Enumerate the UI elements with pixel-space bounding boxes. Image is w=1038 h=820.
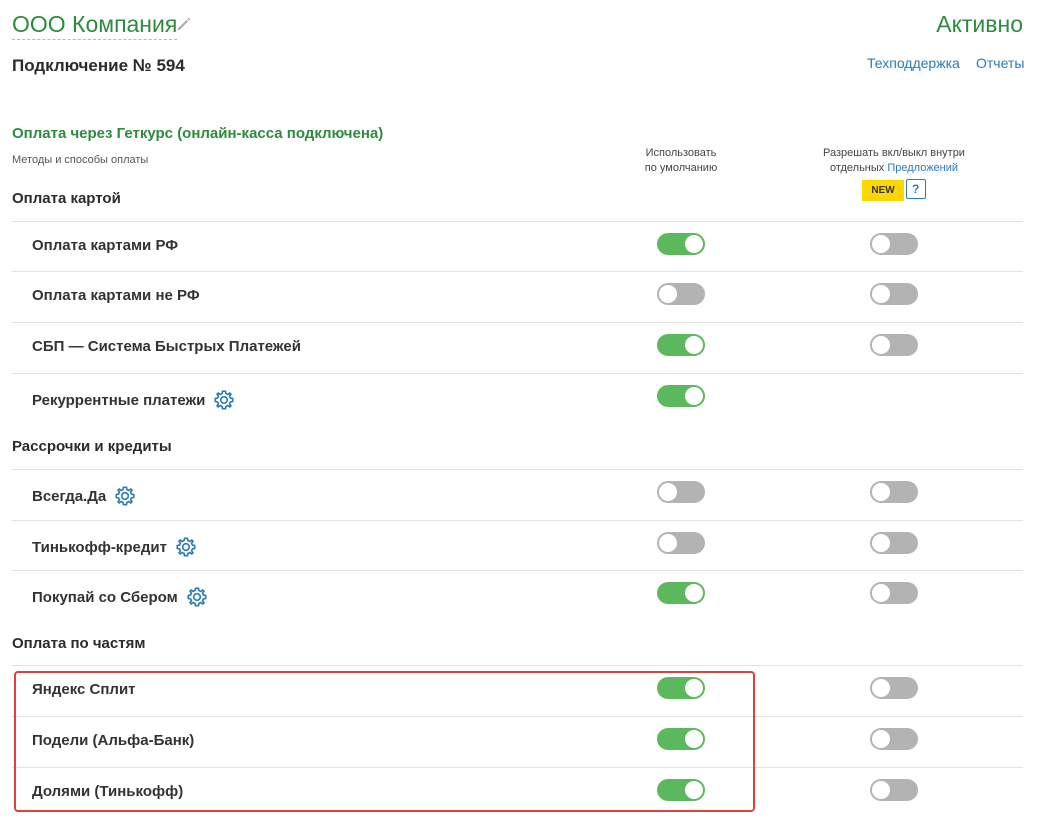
column-header-default-line2: по умолчанию: [644, 162, 718, 174]
payment-method-row: Рекуррентные платежи: [12, 373, 1023, 424]
payment-method-item: Долями (Тинькофф): [32, 783, 183, 800]
payment-method-row: Всегда.Да: [12, 469, 1023, 520]
allow-toggle[interactable]: [870, 283, 918, 305]
payment-method-item: Тинькофф-кредит: [32, 536, 197, 558]
toggle-knob: [872, 584, 890, 602]
payment-method-label: Подели (Альфа-Банк): [32, 732, 195, 749]
payment-method-label: Покупай со Сбером: [32, 588, 178, 606]
group-title: Оплата по частям: [12, 635, 146, 652]
company-name[interactable]: ООО Компания: [12, 11, 178, 40]
toggle-knob: [872, 336, 890, 354]
default-toggle[interactable]: [657, 779, 705, 801]
toggle-knob: [685, 336, 703, 354]
toggle-knob: [685, 235, 703, 253]
payment-method-item: СБП — Система Быстрых Платежей: [32, 338, 301, 355]
allow-toggle[interactable]: [870, 779, 918, 801]
payment-method-item: Оплата картами РФ: [32, 237, 178, 254]
reports-link[interactable]: Отчеты: [976, 55, 1024, 71]
payment-method-item: Подели (Альфа-Банк): [32, 732, 194, 749]
payment-method-row: Оплата картами не РФ: [12, 271, 1023, 322]
payment-method-row: Долями (Тинькофф): [12, 767, 1023, 818]
payment-method-label: Яндекс Сплит: [32, 681, 136, 698]
toggle-knob: [872, 781, 890, 799]
payment-method-row: Покупай со Сбером: [12, 570, 1023, 621]
allow-toggle[interactable]: [870, 481, 918, 503]
default-toggle[interactable]: [657, 677, 705, 699]
payment-method-label: СБП — Система Быстрых Платежей: [32, 338, 301, 355]
toggle-knob: [659, 285, 677, 303]
pencil-icon[interactable]: [176, 16, 192, 32]
allow-toggle[interactable]: [870, 728, 918, 750]
help-button[interactable]: ?: [905, 179, 926, 199]
default-toggle[interactable]: [657, 283, 705, 305]
default-toggle[interactable]: [657, 728, 705, 750]
payment-method-row: Тинькофф-кредит: [12, 520, 1023, 571]
payment-method-row: Подели (Альфа-Банк): [12, 716, 1023, 767]
allow-toggle[interactable]: [870, 334, 918, 356]
toggle-knob: [872, 285, 890, 303]
column-header-default: Использовать по умолчанию: [611, 146, 751, 176]
toggle-knob: [685, 679, 703, 697]
status-label: Активно: [936, 11, 1023, 37]
toggle-knob: [685, 387, 703, 405]
default-toggle[interactable]: [657, 233, 705, 255]
toggle-knob: [872, 679, 890, 697]
allow-toggle[interactable]: [870, 233, 918, 255]
gear-icon[interactable]: [213, 389, 235, 411]
gear-icon[interactable]: [175, 536, 197, 558]
allow-toggle[interactable]: [870, 532, 918, 554]
payment-method-item: Всегда.Да: [32, 485, 136, 507]
payment-section-title: Оплата через Геткурс (онлайн-касса подкл…: [12, 125, 384, 142]
connection-title: Подключение № 594: [12, 56, 185, 75]
support-link[interactable]: Техподдержка: [867, 55, 960, 71]
payment-method-label: Тинькофф-кредит: [32, 538, 167, 556]
group-title: Рассрочки и кредиты: [12, 438, 172, 455]
column-header-allow: Разрешать вкл/выкл внутри отдельных Пред…: [784, 146, 1004, 201]
payment-method-label: Долями (Тинькофф): [32, 783, 184, 800]
toggle-knob: [659, 483, 677, 501]
payment-method-row: Яндекс Сплит: [12, 665, 1023, 716]
toggle-knob: [685, 730, 703, 748]
allow-toggle[interactable]: [870, 582, 918, 604]
offers-link[interactable]: Предложений: [887, 162, 958, 174]
toggle-knob: [872, 534, 890, 552]
gear-icon[interactable]: [186, 586, 208, 608]
default-toggle[interactable]: [657, 334, 705, 356]
group-title: Оплата картой: [12, 190, 121, 207]
payment-method-label: Оплата картами не РФ: [32, 287, 200, 304]
toggle-knob: [659, 534, 677, 552]
column-header-allow-line1: Разрешать вкл/выкл внутри: [823, 147, 965, 159]
column-header-default-line1: Использовать: [645, 147, 717, 159]
payment-method-item: Яндекс Сплит: [32, 681, 136, 698]
payment-method-item: Оплата картами не РФ: [32, 287, 200, 304]
methods-subtitle: Методы и способы оплаты: [12, 154, 149, 166]
toggle-knob: [872, 730, 890, 748]
gear-icon[interactable]: [114, 485, 136, 507]
payment-method-label: Рекуррентные платежи: [32, 391, 206, 409]
payment-method-label: Всегда.Да: [32, 487, 107, 505]
payment-method-row: СБП — Система Быстрых Платежей: [12, 322, 1023, 373]
payment-method-row: Оплата картами РФ: [12, 221, 1023, 272]
default-toggle[interactable]: [657, 582, 705, 604]
payment-method-item: Рекуррентные платежи: [32, 389, 235, 411]
toggle-knob: [685, 781, 703, 799]
default-toggle[interactable]: [657, 532, 705, 554]
toggle-knob: [685, 584, 703, 602]
column-header-allow-line2: отдельных: [829, 162, 888, 174]
toggle-knob: [872, 235, 890, 253]
payment-method-item: Покупай со Сбером: [32, 586, 208, 608]
default-toggle[interactable]: [657, 385, 705, 407]
allow-toggle[interactable]: [870, 677, 918, 699]
payment-method-label: Оплата картами РФ: [32, 237, 179, 254]
new-badge: NEW: [862, 180, 904, 201]
toggle-knob: [872, 483, 890, 501]
default-toggle[interactable]: [657, 481, 705, 503]
